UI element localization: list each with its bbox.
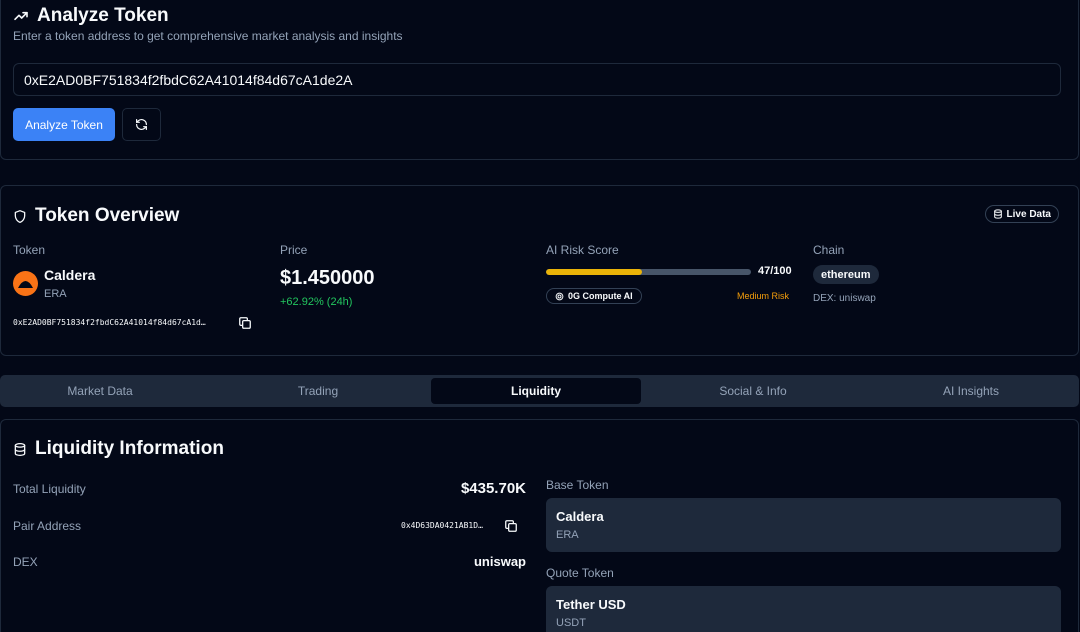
dex-value: uniswap (473, 554, 526, 569)
tab-liquidity[interactable]: Liquidity (431, 378, 641, 404)
ai-compute-label: 0G Compute AI (568, 291, 633, 301)
analyze-title: Analyze Token (13, 5, 169, 27)
risk-score-label: AI Risk Score (546, 243, 619, 257)
database-icon (993, 209, 1002, 219)
dex-label: DEX (13, 555, 38, 569)
token-label: Token (13, 243, 46, 257)
compute-icon (555, 292, 564, 300)
token-price: $1.450000 (280, 267, 375, 289)
token-symbol: ERA (44, 288, 67, 300)
analyze-title-text: Analyze Token (37, 5, 169, 26)
tab-ai-insights[interactable]: AI Insights (866, 378, 1076, 404)
overview-title: Token Overview (13, 205, 179, 227)
risk-score-value: 47/100 (758, 265, 792, 277)
risk-level: Medium Risk (737, 291, 790, 301)
database-icon (14, 442, 26, 456)
dex-info: DEX: uniswap (813, 293, 876, 304)
liquidity-title: Liquidity Information (13, 438, 224, 460)
chain-badge: ethereum (813, 265, 879, 284)
quote-token-label: Quote Token (546, 566, 614, 580)
quote-token-box: Tether USD USDT (546, 586, 1061, 632)
token-address-input[interactable] (13, 63, 1061, 96)
analyze-token-card: Analyze Token Enter a token address to g… (0, 0, 1079, 160)
quote-token-name: Tether USD (556, 597, 626, 612)
base-token-symbol: ERA (556, 529, 579, 541)
detail-tabs: Market Data Trading Liquidity Social & I… (0, 375, 1079, 407)
chain-label: Chain (813, 243, 845, 257)
price-change: +62.92% (24h) (280, 296, 353, 308)
overview-title-text: Token Overview (35, 205, 180, 226)
refresh-icon (136, 119, 147, 130)
pair-address-label: Pair Address (13, 519, 82, 533)
total-liquidity-label: Total Liquidity (13, 482, 86, 496)
analyze-token-button[interactable]: Analyze Token (13, 108, 115, 141)
base-token-name: Caldera (556, 509, 604, 524)
quote-token-symbol: USDT (556, 617, 586, 629)
refresh-button[interactable] (122, 108, 161, 141)
trending-up-icon (14, 11, 28, 21)
token-overview-card: Token Overview Live Data Token Caldera E… (0, 185, 1079, 356)
tab-market-data[interactable]: Market Data (0, 378, 205, 404)
base-token-box: Caldera ERA (546, 498, 1061, 552)
risk-score-fill (546, 269, 643, 275)
price-label: Price (280, 243, 308, 257)
liquidity-title-text: Liquidity Information (35, 438, 224, 459)
total-liquidity-value: $435.70K (460, 480, 526, 497)
live-data-label: Live Data (1006, 208, 1051, 220)
shield-icon (14, 209, 26, 223)
token-name: Caldera (44, 267, 96, 283)
analyze-subtitle: Enter a token address to get comprehensi… (13, 29, 403, 43)
liquidity-card: Liquidity Information Total Liquidity $4… (0, 419, 1079, 632)
copy-icon[interactable] (238, 316, 252, 330)
tab-social-info[interactable]: Social & Info (648, 378, 858, 404)
caldera-logo (13, 271, 38, 296)
tab-trading[interactable]: Trading (213, 378, 423, 404)
copy-icon[interactable] (504, 519, 518, 533)
pair-address-value: 0x4D63DA0421AB1D… (401, 521, 483, 530)
base-token-label: Base Token (546, 478, 609, 492)
risk-score-bar (546, 269, 751, 275)
ai-compute-badge: 0G Compute AI (546, 288, 642, 304)
live-data-badge: Live Data (984, 205, 1059, 223)
token-address: 0xE2AD0BF751834f2fbdC62A41014f84d67cA1d… (13, 318, 206, 327)
